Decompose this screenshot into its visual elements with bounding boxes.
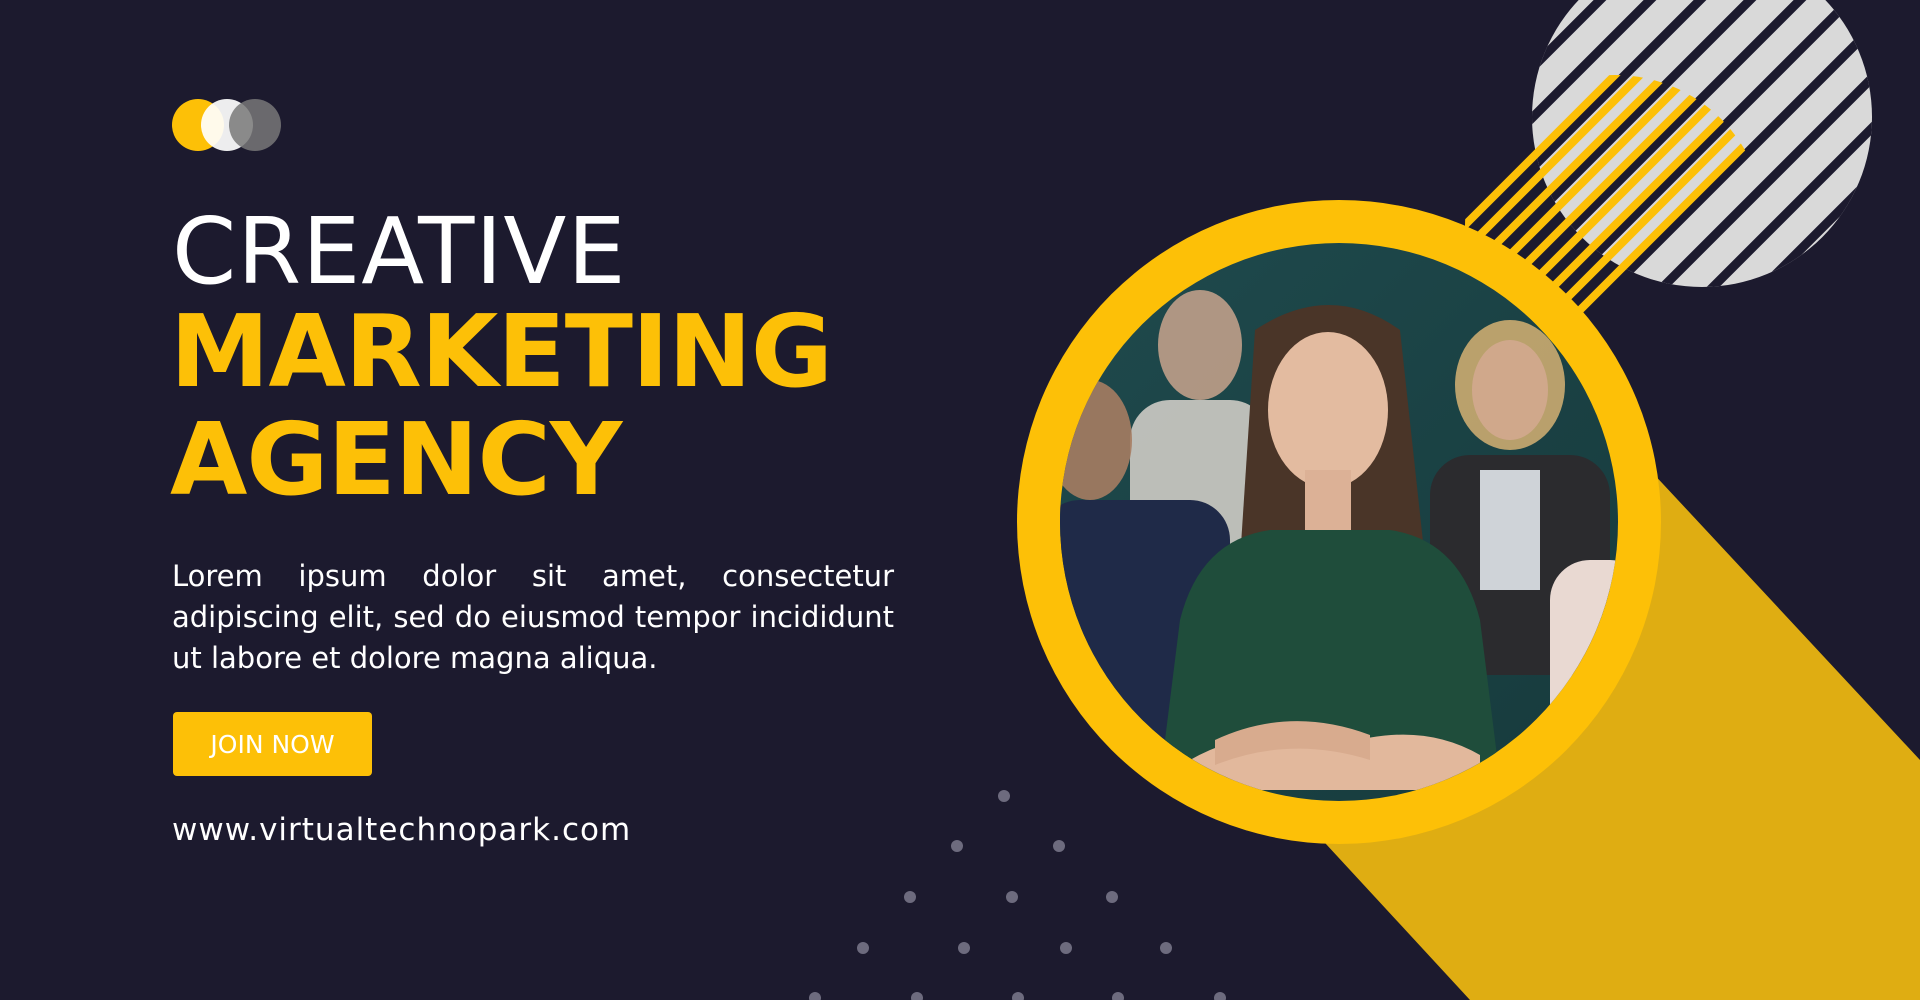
logo-grey-circle-icon xyxy=(229,99,281,151)
brand-logo xyxy=(172,99,282,151)
dot-pattern xyxy=(809,790,1226,1000)
headline-line-2: MARKETING xyxy=(170,293,833,410)
headline-line-3: AGENCY xyxy=(170,401,622,518)
website-url[interactable]: www.virtualtechnopark.com xyxy=(172,812,631,848)
headline-line-1: CREATIVE xyxy=(172,198,627,305)
join-now-button[interactable]: JOIN NOW xyxy=(173,712,372,776)
banner: CREATIVE MARKETING AGENCY Lorem ipsum do… xyxy=(0,0,1920,1000)
description-text: Lorem ipsum dolor sit amet, consectetur … xyxy=(172,559,894,675)
